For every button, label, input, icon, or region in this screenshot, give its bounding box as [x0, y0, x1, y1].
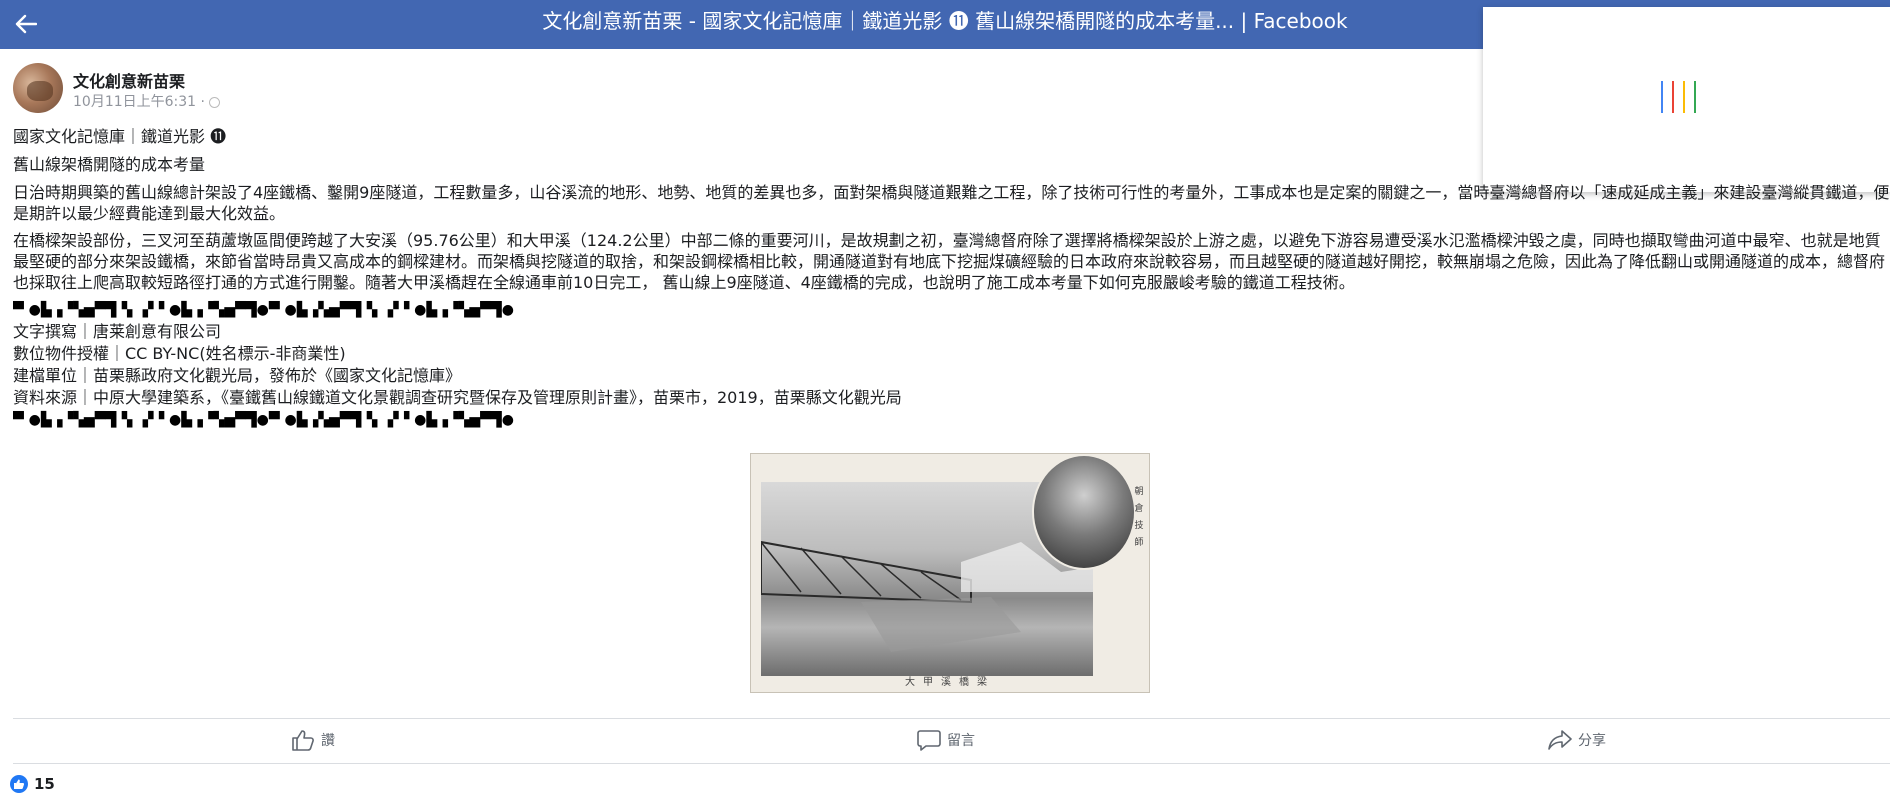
photo-caption: 大甲溪橋梁: [905, 677, 995, 688]
comment-button[interactable]: 留言: [917, 729, 975, 751]
post-timestamp[interactable]: 10月11日上午6:31 ·: [73, 91, 220, 111]
decorative-divider: ▀ ●▙▗▝▚▅▀▜▝▖ ▞▝ ●▙▗▝▚▅▀▜●▀ ●▙▗▚▅▀▜▝▖ ▞▝ …: [13, 412, 514, 428]
thumbs-up-icon: [292, 730, 314, 751]
like-button[interactable]: 讚: [291, 729, 335, 751]
timestamp-text: 10月11日上午6:31 ·: [73, 94, 205, 110]
credit-line: 資料來源｜中原大學建築系，《臺鐵舊山線鐵道文化景觀調查研究暨保存及管理原則計畫》…: [13, 388, 902, 407]
share-label: 分享: [1578, 733, 1606, 749]
like-reaction-icon: [10, 775, 28, 793]
credit-line: 數位物件授權｜CC BY-NC(姓名標示-非商業性): [13, 344, 346, 363]
like-label: 讚: [321, 733, 335, 749]
credit-line: 文字撰寫｜唐莱創意有限公司: [13, 322, 222, 341]
page-avatar[interactable]: [13, 63, 63, 113]
reaction-count: 15: [34, 775, 55, 793]
decorative-divider: ▀ ●▙▗▝▚▅▀▜▝▖ ▞▝ ●▙▗▝▚▅▀▜●▀ ●▙▗▚▅▀▜▝▖ ▞▝ …: [13, 302, 514, 318]
comment-label: 留言: [947, 733, 975, 749]
globe-icon: [208, 96, 220, 108]
loading-spinner-icon: [1661, 81, 1696, 113]
share-button[interactable]: 分享: [1548, 729, 1606, 751]
post-body: 國家文化記憶庫｜鐵道光影 ⓫ 舊山線架橋開隧的成本考量 日治時期興築的舊山線總計…: [13, 126, 1890, 431]
photo-side-caption: 朝倉技師: [1134, 487, 1144, 548]
credit-line: 建檔單位｜苗栗縣政府文化觀光局，發佈於《國家文化記憶庫》: [13, 366, 462, 385]
portrait-image: [1032, 454, 1136, 570]
post-photo[interactable]: 朝倉技師 大甲溪橋梁: [750, 453, 1150, 693]
post-paragraph-1: 日治時期興築的舊山線總計架設了4座鐵橋、鑿開9座隧道，工程數量多，山谷溪流的地形…: [13, 183, 1890, 223]
post-paragraph-2: 在橋樑架設部份，三叉河至葫蘆墩區間便跨越了大安溪（95.76公里）和大甲溪（12…: [13, 231, 1886, 292]
comment-icon: [917, 730, 941, 751]
page-name-link[interactable]: 文化創意新苗栗: [73, 68, 185, 92]
post-heading-2: 舊山線架橋開隧的成本考量: [13, 155, 206, 174]
post-heading-1: 國家文化記憶庫｜鐵道光影 ⓫: [13, 127, 227, 146]
reactions-summary[interactable]: 15: [10, 775, 55, 793]
post-actions-bar: 讚 留言 分享: [13, 718, 1890, 764]
share-icon: [1548, 730, 1572, 750]
